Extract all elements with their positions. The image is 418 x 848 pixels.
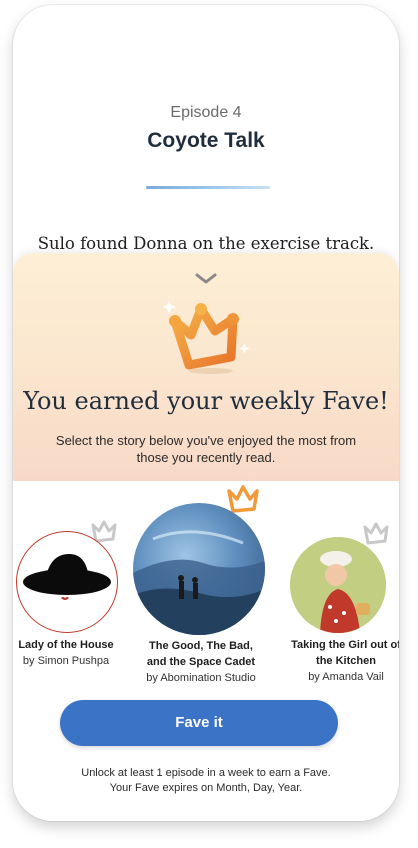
story-title: Lady of the House — [18, 639, 114, 651]
footer-line-1: Unlock at least 1 episode in a week to e… — [81, 767, 331, 779]
story-card-lady-of-the-house[interactable]: Lady of the House by Simon Pushpa — [13, 481, 129, 681]
fave-bottom-sheet: You earned your weekly Fave! Select the … — [13, 253, 399, 821]
story-cover-image[interactable] — [133, 503, 265, 635]
episode-title: Coyote Talk — [147, 129, 265, 152]
story-author: by Amanda Vail — [308, 671, 384, 683]
footer-line-2: Your Fave expires on Month, Day, Year. — [109, 782, 303, 794]
crown-orange-icon — [227, 485, 259, 513]
crown-icon — [163, 300, 250, 374]
story-card-the-good-the-bad[interactable]: The Good, The Bad, and the Space Cadet b… — [133, 481, 279, 691]
story-title: Taking the Girl out of the Kitchen — [291, 639, 399, 667]
story-cover-image[interactable] — [290, 537, 386, 633]
episode-divider — [146, 186, 270, 189]
fave-footer-note: Unlock at least 1 episode in a week to e… — [33, 766, 379, 796]
crown-gray-icon — [363, 522, 389, 545]
story-text: Sulo found Donna on the exercise track. — [37, 234, 375, 253]
fave-heading: You earned your weekly Fave! — [23, 387, 389, 415]
story-cover-image[interactable] — [16, 531, 118, 633]
story-author: by Simon Pushpa — [22, 655, 110, 667]
story-title: The Good, The Bad, and the Space Cadet — [146, 640, 256, 668]
fave-it-button[interactable]: Fave it — [60, 700, 338, 746]
story-author: by Abomination Studio — [146, 672, 256, 684]
episode-number: Episode 4 — [170, 104, 242, 121]
phone-frame: Episode 4 Coyote Talk Sulo found Donna o… — [13, 5, 399, 821]
story-card-taking-the-girl-out[interactable]: Taking the Girl out of the Kitchen by Am… — [283, 481, 399, 691]
chevron-down-icon[interactable] — [195, 273, 217, 285]
fave-description: Select the story below you've enjoyed th… — [55, 433, 357, 465]
